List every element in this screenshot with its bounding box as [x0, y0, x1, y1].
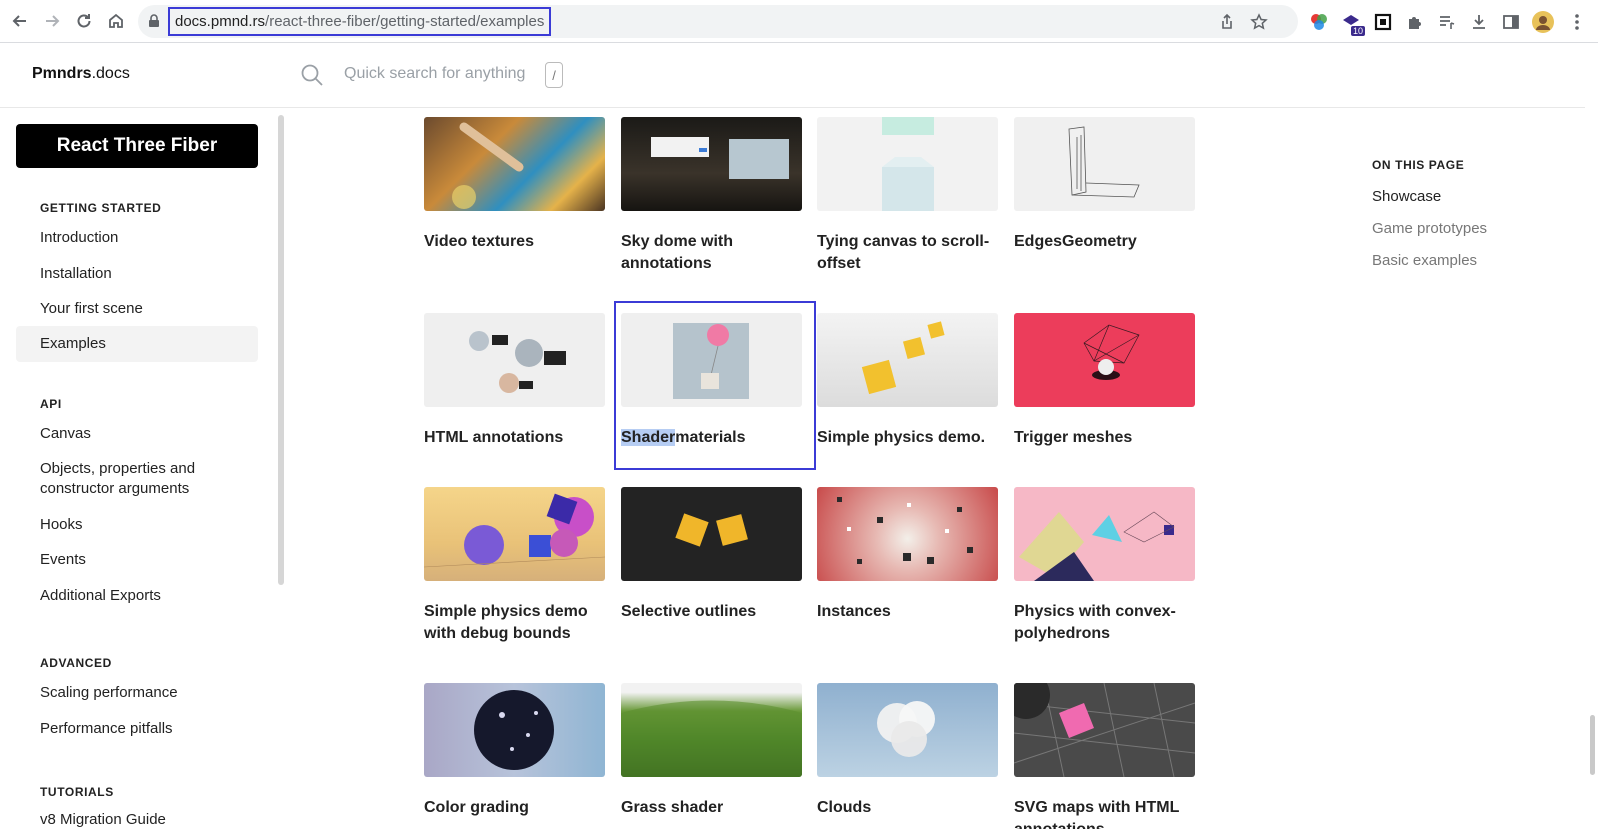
home-icon[interactable]: [104, 9, 128, 33]
example-thumbnail[interactable]: [424, 487, 605, 581]
sidebar-item-objects[interactable]: Objects, properties and constructor argu…: [16, 459, 258, 499]
example-title[interactable]: Grass shader: [621, 797, 802, 819]
extensions-puzzle-icon[interactable]: [1404, 11, 1426, 33]
sidebar-item-hooks[interactable]: Hooks: [16, 515, 258, 535]
example-title[interactable]: Clouds: [817, 797, 998, 819]
product-button[interactable]: React Three Fiber: [16, 124, 258, 168]
focused-card-outline: [614, 301, 816, 470]
back-icon[interactable]: [8, 9, 32, 33]
example-title[interactable]: Selective outlines: [621, 601, 802, 623]
example-title[interactable]: Simple physics demo with debug bounds: [424, 601, 605, 645]
profile-avatar[interactable]: [1532, 11, 1554, 33]
example-title[interactable]: Physics with convex-polyhedrons: [1014, 601, 1195, 645]
example-title[interactable]: SVG maps with HTML annotations: [1014, 797, 1195, 829]
toc-item-game-prototypes[interactable]: Game prototypes: [1372, 220, 1487, 237]
more-menu-icon[interactable]: [1566, 11, 1588, 33]
example-thumbnail[interactable]: [1014, 487, 1195, 581]
reading-list-icon[interactable]: [1436, 11, 1458, 33]
example-thumbnail[interactable]: [424, 683, 605, 777]
example-thumbnail[interactable]: [424, 117, 605, 211]
example-thumbnail[interactable]: [1014, 683, 1195, 777]
site-logo[interactable]: Pmndrs.docs: [32, 65, 130, 83]
screenshot-extension-icon[interactable]: [1372, 11, 1394, 33]
side-panel-icon[interactable]: [1500, 11, 1522, 33]
example-thumbnail[interactable]: [1014, 117, 1195, 211]
sidebar-item-performance-pitfalls[interactable]: Performance pitfalls: [16, 719, 258, 739]
color-picker-extension-icon[interactable]: [1308, 11, 1330, 33]
reload-icon[interactable]: [72, 9, 96, 33]
search-shortcut-key: /: [545, 62, 563, 88]
example-thumbnail[interactable]: [817, 313, 998, 407]
example-thumbnail[interactable]: [621, 683, 802, 777]
example-thumbnail[interactable]: [424, 313, 605, 407]
sidebar-item-first-scene[interactable]: Your first scene: [16, 299, 258, 319]
example-thumbnail[interactable]: [621, 117, 802, 211]
example-title[interactable]: Instances: [817, 601, 998, 623]
section-title-advanced: ADVANCED: [40, 656, 112, 670]
search-input[interactable]: Quick search for anything: [344, 65, 525, 83]
page-scrollbar[interactable]: [1590, 715, 1595, 775]
share-icon[interactable]: [1218, 13, 1236, 31]
toc-title: ON THIS PAGE: [1372, 158, 1465, 172]
brand-bold: Pmndrs: [32, 65, 92, 82]
section-title-getting-started: GETTING STARTED: [40, 201, 162, 215]
site-header: Pmndrs.docs Quick search for anything /: [0, 43, 1585, 108]
section-title-api: API: [40, 397, 62, 411]
extension-badge-icon[interactable]: 10: [1340, 11, 1365, 36]
example-thumbnail[interactable]: [817, 487, 998, 581]
download-icon[interactable]: [1468, 11, 1490, 33]
brand-rest: .docs: [91, 65, 130, 82]
sidebar: React Three Fiber GETTING STARTED Introd…: [0, 109, 284, 829]
extension-badge-count: 10: [1350, 26, 1365, 36]
sidebar-item-installation[interactable]: Installation: [16, 264, 258, 284]
url-text[interactable]: docs.pmnd.rs/react-three-fiber/getting-s…: [168, 7, 552, 36]
example-thumbnail[interactable]: [817, 117, 998, 211]
bookmark-star-icon[interactable]: [1250, 13, 1268, 31]
example-title[interactable]: Color grading: [424, 797, 605, 819]
example-title[interactable]: Simple physics demo.: [817, 427, 998, 449]
sidebar-item-examples[interactable]: Examples: [16, 326, 258, 362]
example-title[interactable]: Trigger meshes: [1014, 427, 1195, 449]
toc-item-basic-examples[interactable]: Basic examples: [1372, 252, 1477, 269]
example-thumbnail[interactable]: [1014, 313, 1195, 407]
url-host: docs.pmnd.rs: [175, 13, 266, 30]
example-title[interactable]: HTML annotations: [424, 427, 605, 449]
example-thumbnail[interactable]: [621, 487, 802, 581]
sidebar-scrollbar[interactable]: [278, 115, 284, 585]
address-bar[interactable]: docs.pmnd.rs/react-three-fiber/getting-s…: [138, 5, 1298, 38]
example-title[interactable]: Sky dome with annotations: [621, 231, 802, 275]
sidebar-item-scaling-performance[interactable]: Scaling performance: [16, 683, 258, 703]
url-path: /react-three-fiber/getting-started/examp…: [265, 13, 545, 30]
section-title-tutorials: TUTORIALS: [40, 785, 114, 799]
lock-icon: [148, 14, 160, 33]
example-title[interactable]: Tying canvas to scroll-offset: [817, 231, 998, 275]
example-thumbnail[interactable]: [817, 683, 998, 777]
browser-toolbar: docs.pmnd.rs/react-three-fiber/getting-s…: [0, 0, 1598, 43]
example-title[interactable]: Video textures: [424, 231, 605, 253]
example-title[interactable]: EdgesGeometry: [1014, 231, 1195, 253]
sidebar-item-canvas[interactable]: Canvas: [16, 424, 258, 444]
sidebar-item-v8-migration[interactable]: v8 Migration Guide: [16, 810, 258, 829]
sidebar-item-introduction[interactable]: Introduction: [16, 228, 258, 248]
sidebar-item-additional-exports[interactable]: Additional Exports: [16, 586, 258, 606]
toc-item-showcase[interactable]: Showcase: [1372, 188, 1441, 205]
forward-icon[interactable]: [40, 9, 64, 33]
search-icon[interactable]: [300, 63, 324, 92]
sidebar-item-events[interactable]: Events: [16, 550, 258, 570]
